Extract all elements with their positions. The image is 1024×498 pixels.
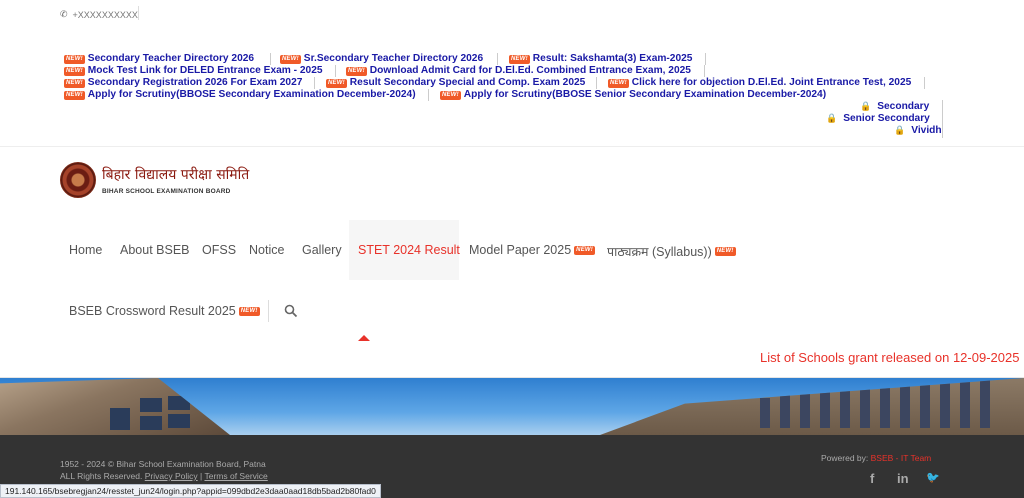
nav-notice[interactable]: Notice [249, 243, 284, 257]
phone-number: +XXXXXXXXXX [72, 9, 138, 20]
building-right [600, 378, 1024, 435]
twitter-icon[interactable]: 🐦 [926, 471, 940, 484]
divider [0, 146, 1024, 147]
news-ticker[interactable]: List of Schools grant released on 12-09-… [760, 350, 1019, 365]
logo-hindi-text: बिहार विद्यालय परीक्षा समिति [102, 167, 250, 183]
lock-icon: 🔒 [894, 125, 906, 135]
lock-icon: 🔒 [826, 113, 838, 123]
divider [596, 77, 597, 89]
lock-icon: 🔒 [860, 101, 872, 111]
divider [138, 6, 139, 20]
nav-syllabus[interactable]: पाठ्यक्रम (Syllabus)) NEW! [607, 243, 736, 260]
nav-crossword-result[interactable]: BSEB Crossword Result 2025 NEW! [69, 304, 260, 318]
nav-home[interactable]: Home [69, 243, 102, 257]
privacy-policy-link[interactable]: Privacy Policy [145, 471, 198, 481]
powered-by: Powered by: BSEB - IT Team [821, 453, 932, 463]
new-badge-icon: NEW! [64, 90, 85, 100]
news-link[interactable]: NEW! Result: Sakshamta(3) Exam-2025 [509, 53, 692, 65]
news-link[interactable]: NEW! Mock Test Link for DELED Entrance Ex… [64, 65, 323, 77]
new-badge-icon: NEW! [714, 247, 736, 256]
logo-english-text: BIHAR SCHOOL EXAMINATION BOARD [102, 188, 231, 195]
news-link[interactable]: NEW! Click here for objection D.El.Ed. Jo… [608, 77, 911, 89]
new-badge-icon: NEW! [326, 78, 347, 88]
new-badge-icon: NEW! [64, 78, 85, 88]
news-link[interactable]: NEW! Secondary Teacher Directory 2026 [64, 53, 254, 65]
news-link[interactable]: NEW! Apply for Scrutiny(BBOSE Senior Seco… [440, 89, 826, 101]
nav-stet-result[interactable]: STET 2024 Result [358, 243, 460, 257]
divider [268, 300, 269, 322]
new-badge-icon: NEW! [238, 306, 260, 316]
site-logo[interactable]: बिहार विद्यालय परीक्षा समिति BIHAR SCHOO… [60, 162, 249, 198]
linkedin-icon[interactable]: in [897, 471, 909, 486]
nav-model-paper[interactable]: Model Paper 2025 NEW! [469, 243, 595, 257]
new-badge-icon: NEW! [280, 54, 301, 64]
divider [428, 89, 429, 101]
divider [924, 77, 925, 89]
new-badge-icon: NEW! [64, 66, 85, 76]
hero-banner-image [0, 378, 1024, 435]
browser-status-url: 191.140.165/bsebregjan24/resstet_jun24/l… [0, 484, 381, 498]
new-badge-icon: NEW! [64, 54, 85, 64]
new-badge-icon: NEW! [608, 78, 629, 88]
active-caret-icon [358, 335, 370, 341]
building-left [0, 378, 230, 435]
news-link[interactable]: NEW! Sr.Secondary Teacher Directory 2026 [280, 53, 483, 65]
news-link[interactable]: NEW! Download Admit Card for D.El.Ed. Com… [346, 65, 691, 77]
divider [704, 65, 705, 77]
nav-gallery[interactable]: Gallery [302, 243, 342, 257]
senior-secondary-login-link[interactable]: 🔒 Senior Secondary [826, 113, 930, 124]
news-link[interactable]: NEW! Apply for Scrutiny(BBOSE Secondary E… [64, 89, 416, 101]
new-badge-icon: NEW! [574, 245, 595, 255]
divider [497, 53, 498, 65]
phone-contact: ✆ +XXXXXXXXXX [60, 9, 138, 20]
terms-of-service-link[interactable]: Terms of Service [204, 471, 267, 481]
secondary-login-link[interactable]: 🔒 Secondary [860, 101, 929, 112]
facebook-icon[interactable]: f [870, 471, 874, 486]
divider [942, 100, 943, 138]
search-icon[interactable] [284, 304, 298, 318]
nav-about-bseb[interactable]: About BSEB [120, 243, 190, 257]
phone-icon: ✆ [60, 9, 68, 19]
news-link[interactable]: NEW! Secondary Registration 2026 For Exam… [64, 77, 302, 89]
nav-ofss[interactable]: OFSS [202, 243, 236, 257]
divider [705, 53, 706, 65]
divider [314, 77, 315, 89]
divider [270, 53, 271, 65]
copyright: 1952 - 2024 © Bihar School Examination B… [60, 459, 268, 481]
new-badge-icon: NEW! [346, 66, 367, 76]
new-badge-icon: NEW! [509, 54, 530, 64]
divider [335, 65, 336, 77]
vividh-login-link[interactable]: 🔒 Vividh [894, 125, 942, 136]
bseb-seal-icon [60, 162, 96, 198]
news-link[interactable]: NEW! Result Secondary Special and Comp. E… [326, 77, 585, 89]
top-bar: ✆ +XXXXXXXXXX [0, 0, 1024, 30]
it-team-link[interactable]: BSEB - IT Team [871, 453, 932, 463]
new-badge-icon: NEW! [440, 90, 461, 100]
